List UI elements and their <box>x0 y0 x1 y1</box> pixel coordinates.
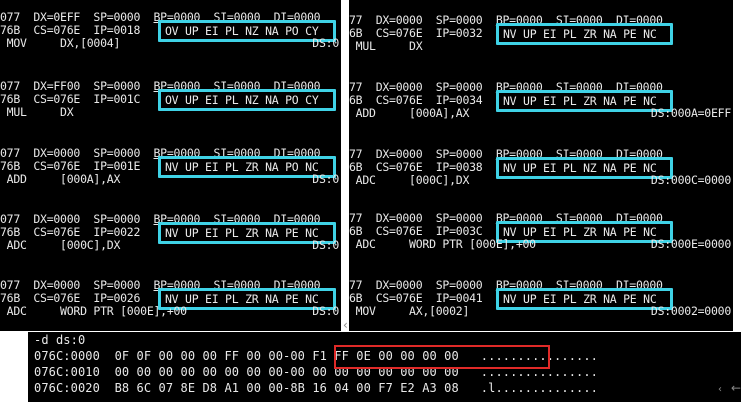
step-block: 077 DX=FF00 SP=0000 BP=0000 SI=0000 DI=0… <box>0 80 341 136</box>
memory-readout: DS:000E=0000 <box>650 237 731 251</box>
step-block: 077 DX=0EFF SP=0000 BP=0000 SI=0000 DI=0… <box>0 11 341 67</box>
register-line: 077 DX=FF00 SP=0000 <box>0 79 154 93</box>
instruction-line: ADC WORD PTR [000E],+00 <box>349 237 536 251</box>
step-block: 077 DX=0000 SP=0000 BP=0000 SI=0000 DI=0… <box>0 213 341 269</box>
register-line: 77 DX=0000 SP=0000 <box>349 80 496 94</box>
step-block: 077 DX=0000 SP=0000 BP=0000 SI=0000 DI=0… <box>0 147 341 203</box>
result-bytes-highlight <box>334 345 550 369</box>
memory-readout: DS:0002=0000 <box>650 304 731 318</box>
register-line: 77 DX=0000 SP=0000 <box>349 147 496 161</box>
register-line: 077 DX=0000 SP=0000 <box>0 146 154 160</box>
instruction-line: ADC WORD PTR [000E],+00 <box>0 304 187 318</box>
step-block: 77 DX=0000 SP=0000 BP=0000 SI=0000 DI=00… <box>349 148 733 204</box>
memory-readout: DS:0 <box>312 172 339 186</box>
instruction-line: ADD [000A],AX <box>349 106 470 120</box>
memory-readout: DS:0 <box>312 36 339 50</box>
step-block: 77 DX=0000 SP=0000 BP=0000 SI=0000 DI=00… <box>349 212 733 268</box>
step-block: 077 DX=0000 SP=0000 BP=0000 SI=0000 DI=0… <box>0 279 341 331</box>
tick-mark-icon: ‹ <box>718 384 722 395</box>
dump-command: -d ds:0 <box>34 333 86 347</box>
register-line: 77 DX=0000 SP=0000 <box>349 13 496 27</box>
register-line: 77 DX=0000 SP=0000 <box>349 211 496 225</box>
instruction-line: MUL DX <box>0 105 74 119</box>
register-line: 77 DX=0000 SP=0000 <box>349 278 496 292</box>
dump-line: 076C:0020 B8 6C 07 8E D8 A1 00 00-8B 16 … <box>34 381 598 395</box>
left-arrow-icon[interactable]: ← <box>731 381 741 395</box>
small-mark-icon: ‹ <box>343 318 348 332</box>
flags-highlight-box: NV UP EI PL ZR NA PO NC <box>158 156 336 178</box>
memory-readout: DS:000C=0000 <box>650 173 731 187</box>
instruction-line: ADD [000A],AX <box>0 172 121 186</box>
instruction-line: ADC [000C],DX <box>349 173 470 187</box>
register-line: 077 DX=0EFF SP=0000 <box>0 10 154 24</box>
left-debug-panel: 077 DX=0EFF SP=0000 BP=0000 SI=0000 DI=0… <box>0 0 341 331</box>
flags-highlight-box: NV UP EI PL ZR NA PE NC <box>496 288 673 310</box>
step-block: 77 DX=0000 SP=0000 BP=0000 SI=0000 DI=00… <box>349 279 733 331</box>
memory-readout: DS:0 <box>312 238 339 252</box>
register-line: 077 DX=0000 SP=0000 <box>0 278 154 292</box>
memory-readout: DS:0 <box>312 304 339 318</box>
flags-highlight-box: NV UP EI PL ZR NA PE NC <box>158 222 336 244</box>
memory-dump-panel: -d ds:0 076C:0000 0F 0F 00 00 00 FF 00 0… <box>28 332 741 402</box>
right-debug-panel: 77 DX=0000 SP=0000 BP=0000 SI=0000 DI=00… <box>349 0 733 331</box>
step-block: 77 DX=0000 SP=0000 BP=0000 SI=0000 DI=00… <box>349 14 733 70</box>
instruction-line: MOV AX,[0002] <box>349 304 470 318</box>
flags-highlight-box: NV UP EI PL ZR NA PE NC <box>496 90 673 112</box>
flags-highlight-box: OV UP EI PL NZ NA PO CY <box>158 89 336 111</box>
instruction-line: ADC [000C],DX <box>0 238 121 252</box>
instruction-line: MOV DX,[0004] <box>0 36 121 50</box>
register-line: 077 DX=0000 SP=0000 <box>0 212 154 226</box>
flags-highlight-box: OV UP EI PL NZ NA PO CY <box>158 20 336 42</box>
instruction-line: MUL DX <box>349 39 423 53</box>
memory-readout: DS:000A=0EFF <box>650 106 731 120</box>
step-block: 77 DX=0000 SP=0000 BP=0000 SI=0000 DI=00… <box>349 81 733 137</box>
flags-highlight-box: NV UP EI PL ZR NA PE NC <box>496 23 673 45</box>
flags-highlight-box: NV UP EI PL NZ NA PE NC <box>496 157 673 179</box>
